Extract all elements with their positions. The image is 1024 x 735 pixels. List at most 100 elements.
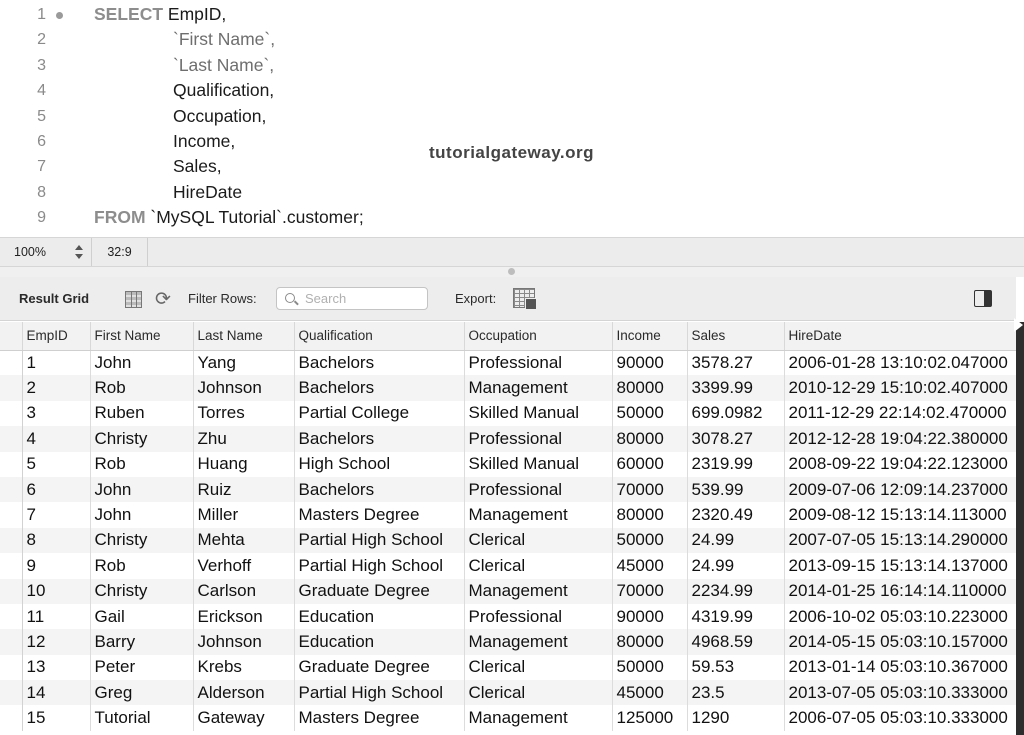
table-cell[interactable]: 15 [22, 705, 91, 731]
table-cell[interactable]: 2008-09-22 19:04:22.123000 [784, 451, 1016, 477]
refresh-icon[interactable]: ⟳ [155, 288, 171, 311]
table-cell[interactable]: Clerical [464, 680, 613, 706]
table-cell[interactable]: Rob [90, 451, 194, 477]
column-header[interactable]: Last Name [193, 322, 295, 351]
table-cell[interactable]: Professional [464, 476, 613, 503]
table-cell[interactable]: Clerical [464, 654, 613, 681]
table-cell[interactable]: Management [464, 578, 613, 604]
table-cell[interactable]: 50000 [612, 527, 688, 554]
table-cell[interactable]: Christy [90, 578, 194, 604]
table-cell[interactable]: Yang [193, 350, 295, 376]
table-cell[interactable]: 10 [22, 578, 91, 604]
table-cell[interactable]: 2012-12-28 19:04:22.380000 [784, 426, 1016, 452]
table-row[interactable]: 12 Barry Johnson Education Management 80000 49… [0, 629, 1016, 655]
column-header[interactable]: Occupation [464, 322, 613, 351]
table-cell[interactable]: 2013-09-15 15:13:14.137000 [784, 553, 1016, 579]
table-row[interactable]: 9 Rob Verhoff Partial High School Clerical 45… [0, 553, 1016, 579]
row-selector-header[interactable] [0, 322, 23, 351]
table-cell[interactable]: 9 [22, 553, 91, 579]
table-cell[interactable]: Masters Degree [294, 705, 465, 731]
table-cell[interactable]: 13 [22, 654, 91, 681]
table-cell[interactable]: Management [464, 705, 613, 731]
table-cell[interactable]: 70000 [612, 578, 688, 604]
table-cell[interactable]: 7 [22, 502, 91, 528]
table-cell[interactable]: Christy [90, 527, 194, 554]
table-cell[interactable]: Masters Degree [294, 502, 465, 528]
table-cell[interactable]: Krebs [193, 654, 295, 681]
table-cell[interactable]: Management [464, 502, 613, 528]
row-selector[interactable] [0, 680, 23, 706]
table-cell[interactable]: 2009-07-06 12:09:14.237000 [784, 476, 1016, 503]
table-cell[interactable]: Partial High School [294, 553, 465, 579]
table-cell[interactable]: Gateway [193, 705, 295, 731]
row-selector[interactable] [0, 629, 23, 655]
table-cell[interactable]: Tutorial [90, 705, 194, 731]
table-cell[interactable]: Mehta [193, 527, 295, 554]
table-cell[interactable]: Partial College [294, 400, 465, 427]
table-cell[interactable]: Management [464, 375, 613, 401]
table-cell[interactable]: 90000 [612, 603, 688, 630]
zoom-select[interactable]: 100% [0, 238, 92, 266]
table-cell[interactable]: 45000 [612, 680, 688, 706]
table-cell[interactable]: 60000 [612, 451, 688, 477]
table-row[interactable]: 14 Greg Alderson Partial High School Clerica… [0, 680, 1016, 706]
table-cell[interactable]: 50000 [612, 400, 688, 427]
table-cell[interactable]: 14 [22, 680, 91, 706]
table-cell[interactable]: Education [294, 603, 465, 630]
table-cell[interactable]: 4968.59 [687, 629, 785, 655]
table-cell[interactable]: 3078.27 [687, 426, 785, 452]
row-selector[interactable] [0, 502, 23, 528]
table-cell[interactable]: 1 [22, 350, 91, 376]
splitter-handle-icon[interactable] [508, 268, 515, 275]
table-cell[interactable]: Management [464, 629, 613, 655]
row-selector[interactable] [0, 578, 23, 604]
table-cell[interactable]: 50000 [612, 654, 688, 681]
row-selector[interactable] [0, 451, 23, 477]
table-cell[interactable]: 5 [22, 451, 91, 477]
row-selector[interactable] [0, 654, 23, 681]
table-cell[interactable]: Barry [90, 629, 194, 655]
export-icon[interactable] [513, 288, 537, 310]
table-cell[interactable]: Skilled Manual [464, 451, 613, 477]
table-row[interactable]: 2 Rob Johnson Bachelors Management 80000 3399.… [0, 375, 1016, 401]
table-cell[interactable]: 4 [22, 426, 91, 452]
table-cell[interactable]: Partial High School [294, 680, 465, 706]
table-cell[interactable]: Zhu [193, 426, 295, 452]
code-line[interactable]: 5 Occupation, [0, 104, 1024, 129]
column-header[interactable]: First Name [90, 322, 194, 351]
table-cell[interactable]: Miller [193, 502, 295, 528]
code-line[interactable]: 9 FROM `MySQL Tutorial`.customer; [0, 205, 1024, 230]
table-cell[interactable]: Professional [464, 350, 613, 376]
table-cell[interactable]: High School [294, 451, 465, 477]
table-cell[interactable]: Ruiz [193, 476, 295, 503]
table-cell[interactable]: Alderson [193, 680, 295, 706]
table-cell[interactable]: 80000 [612, 375, 688, 401]
table-cell[interactable]: 1290 [687, 705, 785, 731]
table-cell[interactable]: Erickson [193, 603, 295, 630]
table-cell[interactable]: 24.99 [687, 527, 785, 554]
table-cell[interactable]: Education [294, 629, 465, 655]
table-row[interactable]: 7 John Miller Masters Degree Management 80000… [0, 502, 1016, 528]
code-line[interactable]: 4 Qualification, [0, 78, 1024, 103]
table-cell[interactable]: 2006-10-02 05:03:10.223000 [784, 603, 1016, 630]
table-cell[interactable]: 2013-07-05 05:03:10.333000 [784, 680, 1016, 706]
table-cell[interactable]: 80000 [612, 426, 688, 452]
column-header[interactable]: EmpID [22, 322, 91, 351]
table-cell[interactable]: 2014-05-15 05:03:10.157000 [784, 629, 1016, 655]
table-cell[interactable]: 2006-01-28 13:10:02.047000 [784, 350, 1016, 376]
table-cell[interactable]: 45000 [612, 553, 688, 579]
panel-toggle-icon[interactable] [974, 290, 992, 307]
table-row[interactable]: 6 John Ruiz Bachelors Professional 70000 539.9… [0, 476, 1016, 503]
table-cell[interactable]: Christy [90, 426, 194, 452]
stepper-arrows-icon[interactable] [74, 245, 84, 259]
column-header[interactable]: HireDate [784, 322, 1016, 351]
table-cell[interactable]: Clerical [464, 553, 613, 579]
table-cell[interactable]: 90000 [612, 350, 688, 376]
grid-view-icon[interactable] [125, 291, 142, 308]
table-cell[interactable]: Professional [464, 426, 613, 452]
table-row[interactable]: 5 Rob Huang High School Skilled Manual 60000 2… [0, 451, 1016, 477]
table-cell[interactable]: 699.0982 [687, 400, 785, 427]
table-cell[interactable]: 2234.99 [687, 578, 785, 604]
code-line[interactable]: 1 SELECT EmpID, [0, 2, 1024, 27]
table-cell[interactable]: Graduate Degree [294, 578, 465, 604]
